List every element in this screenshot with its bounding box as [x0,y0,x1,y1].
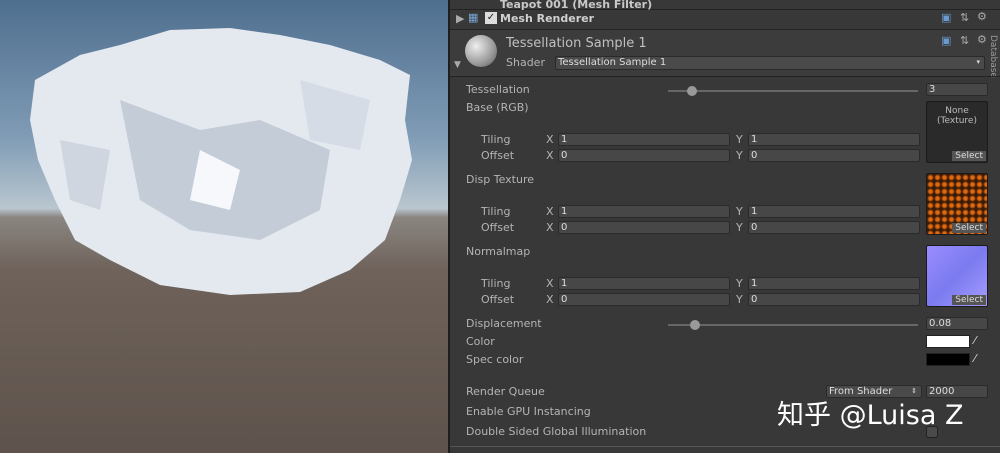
spec-color-swatch[interactable] [926,353,970,366]
spec-color-label: Spec color [466,353,524,366]
help-icon[interactable]: ▣ [941,34,951,47]
material-preview-sphere [465,35,497,67]
shader-value: Tessellation Sample 1 [558,57,667,68]
inspector-panel: Teapot 001 (Mesh Filter) ▶ ▦ ✓ Mesh Rend… [450,0,1000,453]
y-label: Y [736,277,743,290]
preset-icon[interactable]: ⇅ [960,34,969,47]
mesh-renderer-icon: ▦ [468,11,479,24]
dsgi-label: Double Sided Global Illumination [466,425,647,438]
scene-viewport[interactable] [0,0,448,453]
eyedropper-icon[interactable]: ⁄ [974,352,976,365]
preset-icon[interactable]: ⇅ [960,11,969,24]
database-side-tab[interactable]: Database [988,35,998,78]
color-swatch[interactable] [926,335,970,348]
tessellation-slider[interactable] [668,86,918,96]
tiling-y-input[interactable]: 1 [748,277,920,290]
base-texture-slot[interactable]: None (Texture) Select [926,101,988,163]
offset-y-input[interactable]: 0 [748,221,920,234]
offset-y-input[interactable]: 0 [748,293,920,306]
y-label: Y [736,133,743,146]
texture-none-text: None (Texture) [937,106,977,126]
material-name: Tessellation Sample 1 [506,36,647,51]
tiling-x-input[interactable]: 1 [558,277,730,290]
select-button[interactable]: Select [952,295,986,305]
select-button[interactable]: Select [952,151,986,161]
disp-texture-slot[interactable]: Select [926,173,988,235]
disp-texture-label: Disp Texture [466,173,535,186]
x-label: X [546,221,554,234]
tiling-y-input[interactable]: 1 [748,133,920,146]
offset-x-input[interactable]: 0 [558,221,730,234]
y-label: Y [736,221,743,234]
mesh-filter-header[interactable]: Teapot 001 (Mesh Filter) [450,0,1000,11]
tessellation-value[interactable]: 3 [926,83,988,96]
tiling-label: Tiling [481,205,511,218]
normalmap-texture-slot[interactable]: Select [926,245,988,307]
y-label: Y [736,293,743,306]
shader-dropdown[interactable]: Tessellation Sample 1 ▾ [555,56,985,70]
foldout-arrow-icon[interactable]: ▶ [456,12,464,25]
mesh-filter-title: Teapot 001 (Mesh Filter) [500,0,653,11]
tiling-label: Tiling [481,277,511,290]
normalmap-label: Normalmap [466,245,531,258]
gear-icon[interactable]: ⚙ [977,10,987,23]
eyedropper-icon[interactable]: ⁄ [974,334,976,347]
slider-knob[interactable] [689,320,700,330]
offset-label: Offset [481,149,515,162]
offset-y-input[interactable]: 0 [748,149,920,162]
select-button[interactable]: Select [952,223,986,233]
y-label: Y [736,149,743,162]
x-label: X [546,133,554,146]
base-rgb-label: Base (RGB) [466,101,529,114]
mesh-renderer-title: Mesh Renderer [500,12,595,25]
foldout-arrow-icon[interactable]: ▼ [454,60,461,70]
tiling-label: Tiling [481,133,511,146]
tessellation-label: Tessellation [466,83,530,96]
displacement-label: Displacement [466,317,542,330]
enabled-checkbox[interactable]: ✓ [485,12,497,24]
x-label: X [546,293,554,306]
tiling-x-input[interactable]: 1 [558,133,730,146]
gpu-instancing-label: Enable GPU Instancing [466,405,591,418]
x-label: X [546,277,554,290]
tessellated-teapot-mesh [30,28,412,295]
help-icon[interactable]: ▣ [941,11,951,24]
offset-x-input[interactable]: 0 [558,149,730,162]
offset-label: Offset [481,221,515,234]
x-label: X [546,149,554,162]
gear-icon[interactable]: ⚙ [977,33,987,46]
displacement-slider[interactable] [668,320,918,330]
tiling-y-input[interactable]: 1 [748,205,920,218]
color-label: Color [466,335,495,348]
mesh-renderer-header[interactable]: ▶ ▦ ✓ Mesh Renderer ▣ ⇅ ⚙ [450,10,1000,29]
shader-label: Shader [506,56,545,69]
material-header: ▼ Tessellation Sample 1 Shader Tessellat… [450,30,1000,76]
offset-label: Offset [481,293,515,306]
watermark: 知乎 @Luisa Z [777,400,964,431]
y-label: Y [736,205,743,218]
offset-x-input[interactable]: 0 [558,293,730,306]
displacement-value[interactable]: 0.08 [926,317,988,330]
tiling-x-input[interactable]: 1 [558,205,730,218]
render-queue-label: Render Queue [466,385,545,398]
x-label: X [546,205,554,218]
slider-knob[interactable] [687,86,698,96]
